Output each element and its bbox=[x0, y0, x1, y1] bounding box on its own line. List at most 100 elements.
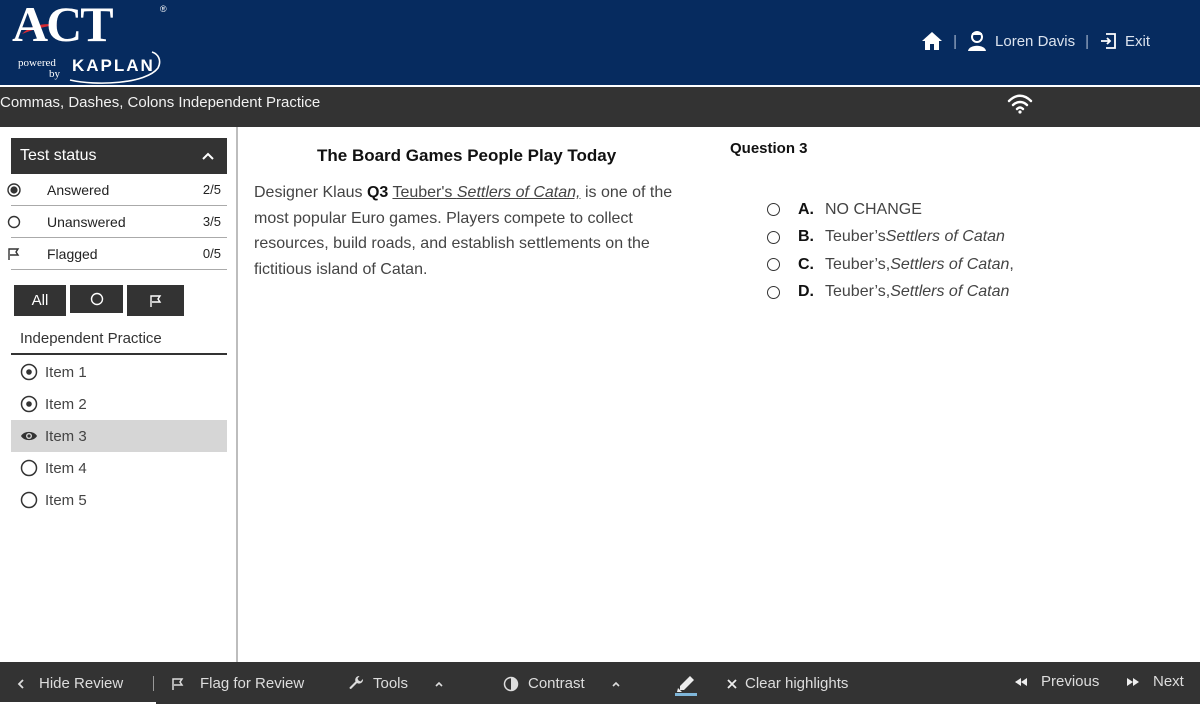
section-title: Independent Practice bbox=[20, 330, 162, 347]
fast-forward-icon bbox=[1127, 677, 1139, 686]
item-label: Item 5 bbox=[45, 491, 87, 509]
act-logo: ACT bbox=[12, 0, 114, 52]
user-icon bbox=[967, 30, 987, 52]
tools-button[interactable]: Tools bbox=[348, 675, 444, 692]
app-header: ACT ® powered by KAPLAN | Loren Davis | … bbox=[0, 0, 1200, 85]
status-count: 3/5 bbox=[202, 214, 221, 229]
highlighter-icon bbox=[675, 676, 697, 696]
status-row-flagged: Flagged 0/5 bbox=[8, 238, 227, 270]
answer-option-d[interactable]: D. Teuber’s, Settlers of Catan bbox=[767, 279, 1014, 307]
flag-icon bbox=[149, 294, 161, 307]
filter-flagged-button[interactable] bbox=[127, 285, 184, 316]
item-4[interactable]: Item 4 bbox=[11, 452, 227, 484]
clear-highlights-button[interactable]: Clear highlights bbox=[726, 675, 848, 692]
answer-option-a[interactable]: A. NO CHANGE bbox=[767, 196, 1014, 224]
exit-label: Exit bbox=[1124, 32, 1150, 50]
nav-separator: | bbox=[953, 32, 958, 50]
answer-option-c[interactable]: C. Teuber’s, Settlers of Catan, bbox=[767, 251, 1014, 279]
status-count: 2/5 bbox=[202, 182, 221, 197]
status-count: 0/5 bbox=[202, 246, 221, 261]
flag-icon bbox=[6, 247, 22, 261]
passage-text: Designer Klaus Q3 Teuber's Settlers of C… bbox=[254, 180, 694, 282]
item-5[interactable]: Item 5 bbox=[11, 484, 227, 516]
filter-unanswered-button[interactable] bbox=[70, 285, 123, 313]
status-label: Answered bbox=[47, 181, 110, 198]
item-1[interactable]: Item 1 bbox=[11, 356, 227, 388]
wrench-icon bbox=[349, 675, 364, 689]
passage-title: The Board Games People Play Today bbox=[317, 146, 617, 165]
test-status-label: Test status bbox=[20, 147, 97, 164]
question-marker[interactable]: Q3 bbox=[367, 184, 388, 201]
answer-letter: B. bbox=[798, 228, 814, 246]
contrast-label: Contrast bbox=[528, 675, 585, 692]
status-label: Flagged bbox=[47, 245, 98, 262]
answered-dot-icon bbox=[20, 363, 38, 381]
underlined-plain: Teuber's bbox=[392, 184, 457, 201]
chevron-up-icon bbox=[202, 152, 214, 160]
top-nav: | Loren Davis | Exit bbox=[921, 30, 1150, 52]
test-status-header[interactable]: Test status bbox=[11, 138, 227, 174]
answered-dot-icon bbox=[20, 395, 38, 413]
empty-radio-icon bbox=[6, 215, 22, 229]
section-divider bbox=[11, 353, 227, 355]
title-bar: Commas, Dashes, Colons Independent Pract… bbox=[0, 87, 1200, 127]
answer-option-b[interactable]: B. Teuber’s Settlers of Catan bbox=[767, 224, 1014, 252]
contrast-button[interactable]: Contrast bbox=[503, 675, 621, 692]
exit-button[interactable]: Exit bbox=[1099, 32, 1150, 50]
user-name: Loren Davis bbox=[995, 32, 1076, 50]
answer-italic: Settlers of Catan bbox=[885, 228, 1005, 246]
item-label: Item 4 bbox=[45, 459, 87, 477]
practice-title: Commas, Dashes, Colons Independent Pract… bbox=[0, 94, 321, 111]
item-2[interactable]: Item 2 bbox=[11, 388, 227, 420]
item-3[interactable]: Item 3 bbox=[11, 420, 227, 452]
chevron-left-icon bbox=[17, 678, 24, 689]
passage-text-before: Designer Klaus bbox=[254, 184, 367, 201]
underlined-portion[interactable]: Teuber's Settlers of Catan, bbox=[392, 184, 580, 201]
flag-for-review-label: Flag for Review bbox=[200, 675, 305, 692]
highlighter-button[interactable] bbox=[674, 672, 698, 696]
radio-button[interactable] bbox=[767, 285, 780, 299]
hide-review-button[interactable]: Hide Review bbox=[16, 675, 123, 692]
filter-buttons: All bbox=[14, 285, 184, 316]
item-label: Item 1 bbox=[45, 363, 87, 381]
rewind-icon bbox=[1015, 677, 1027, 686]
status-label: Unanswered bbox=[47, 213, 126, 230]
clear-highlights-label: Clear highlights bbox=[745, 675, 849, 692]
next-button[interactable]: Next bbox=[1126, 673, 1184, 690]
empty-circle-icon bbox=[90, 292, 103, 305]
radio-button[interactable] bbox=[767, 230, 780, 244]
answer-text: Teuber’s, bbox=[825, 255, 891, 273]
answer-letter: D. bbox=[798, 283, 814, 301]
status-row-answered: Answered 2/5 bbox=[7, 174, 227, 206]
chevron-up-icon bbox=[435, 681, 443, 687]
contrast-icon bbox=[503, 676, 519, 691]
answer-tail: , bbox=[1009, 255, 1014, 273]
empty-circle-icon bbox=[20, 459, 38, 477]
radio-button[interactable] bbox=[767, 203, 780, 217]
eye-icon bbox=[20, 427, 38, 445]
answer-text: Teuber’s bbox=[825, 228, 886, 246]
radio-button[interactable] bbox=[767, 258, 780, 272]
kaplan-logo: KAPLAN bbox=[72, 56, 155, 75]
chevron-up-icon bbox=[612, 681, 620, 687]
answer-text: Teuber’s, bbox=[825, 283, 891, 301]
hide-review-label: Hide Review bbox=[39, 675, 124, 692]
nav-separator: | bbox=[1085, 32, 1089, 50]
answer-letter: A. bbox=[798, 200, 814, 218]
item-list: Item 1 Item 2 Item 3 Item 4 Item 5 bbox=[11, 356, 227, 516]
previous-button[interactable]: Previous bbox=[1014, 673, 1099, 690]
previous-label: Previous bbox=[1041, 673, 1100, 690]
powered-by-label: powered by bbox=[18, 58, 60, 80]
registered-mark: ® bbox=[160, 4, 167, 14]
underlined-italic: Settlers of Catan, bbox=[456, 184, 581, 201]
bottom-toolbar: Hide Review Flag for Review Tools Contra… bbox=[0, 662, 1200, 704]
flag-for-review-button[interactable]: Flag for Review bbox=[171, 675, 304, 692]
toolbar-separator bbox=[153, 676, 154, 691]
answer-choices: A. NO CHANGE B. Teuber’s Settlers of Cat… bbox=[767, 196, 1014, 306]
home-icon[interactable] bbox=[921, 31, 943, 51]
answer-text: NO CHANGE bbox=[825, 200, 922, 218]
flag-icon bbox=[172, 677, 184, 690]
filled-radio-icon bbox=[6, 182, 22, 197]
filter-all-button[interactable]: All bbox=[14, 285, 66, 316]
wifi-icon bbox=[1007, 94, 1033, 114]
